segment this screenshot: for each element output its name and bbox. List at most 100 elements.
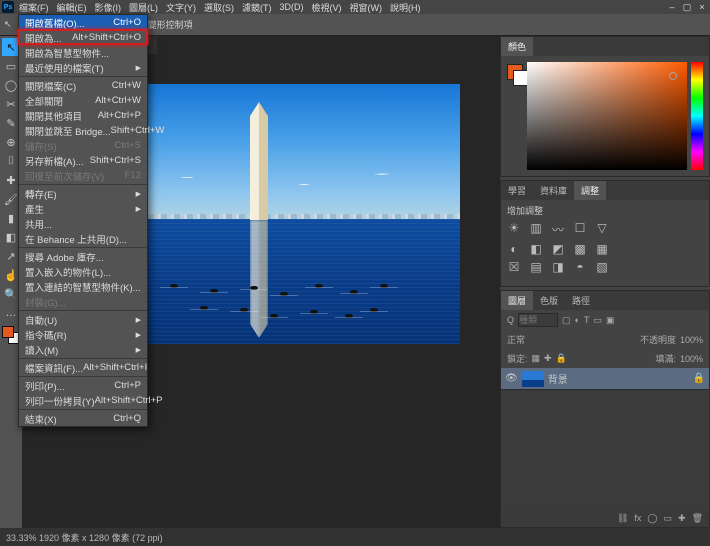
adj-invert-icon[interactable]: ☒ <box>507 260 521 274</box>
adj-brightness-icon[interactable]: ☀ <box>507 221 521 238</box>
picker-ring[interactable] <box>669 72 677 80</box>
layer-list[interactable]: 👁 背景 🔒 <box>501 368 709 509</box>
tab-learn[interactable]: 學習 <box>501 181 533 200</box>
menu-3d[interactable]: 3D(D) <box>277 1 307 13</box>
menu-item[interactable]: 開啟為智慧型物件... <box>19 45 147 60</box>
menu-window[interactable]: 視窗(W) <box>347 0 386 15</box>
menu-item: 儲存(S)Ctrl+S <box>19 138 147 153</box>
adj-levels-icon[interactable]: ▥ <box>529 221 543 238</box>
lock-pos-icon[interactable]: ✚ <box>544 353 552 364</box>
adj-grad-icon[interactable]: ◓ <box>573 260 587 274</box>
menu-item[interactable]: 搜尋 Adobe 庫存... <box>19 249 147 264</box>
link-layers-icon[interactable]: ⛓ <box>617 513 628 524</box>
menu-item[interactable]: 關閉並跳至 Bridge...Shift+Ctrl+W <box>19 123 147 138</box>
adj-poster-icon[interactable]: ▤ <box>529 260 543 274</box>
tab-libraries[interactable]: 資料庫 <box>533 181 574 200</box>
menu-item[interactable]: 指令碼(R) <box>19 327 147 342</box>
fill-value[interactable]: 100% <box>680 354 703 364</box>
layer-lock-icon: 🔒 <box>693 373 705 384</box>
filter-smart-icon[interactable]: ▣ <box>606 315 615 326</box>
menu-item[interactable]: 讀入(M) <box>19 342 147 357</box>
move-icon: ↖ <box>4 19 12 30</box>
menu-help[interactable]: 說明(H) <box>387 0 424 15</box>
menu-layer[interactable]: 圖層(L) <box>126 0 161 15</box>
layer-name[interactable]: 背景 <box>548 371 568 386</box>
menu-item[interactable]: 共用... <box>19 216 147 231</box>
window-maximize[interactable]: ▢ <box>681 2 693 12</box>
menu-item[interactable]: 全部關閉Alt+Ctrl+W <box>19 93 147 108</box>
delete-layer-icon[interactable]: 🗑 <box>692 513 703 524</box>
window-close[interactable]: × <box>696 2 708 12</box>
menu-filter[interactable]: 濾鏡(T) <box>239 0 275 15</box>
menu-item[interactable]: 開啟舊檔(O)...Ctrl+O <box>19 15 147 30</box>
filter-shape-icon[interactable]: ▭ <box>593 315 602 326</box>
layer-style-icon[interactable]: fx <box>634 513 641 523</box>
color-panel: 顏色 <box>500 36 710 177</box>
menu-bar: Ps 檔案(F) 編輯(E) 影像(I) 圖層(L) 文字(Y) 選取(S) 濾… <box>0 0 710 14</box>
menu-item: 回復至前次儲存(V)F12 <box>19 168 147 183</box>
visibility-icon[interactable]: 👁 <box>505 373 518 384</box>
menu-image[interactable]: 影像(I) <box>92 0 125 15</box>
filter-adj-icon[interactable]: ◐ <box>575 315 580 325</box>
menu-item[interactable]: 另存新檔(A)...Shift+Ctrl+S <box>19 153 147 168</box>
file-menu-dropdown[interactable]: 開啟舊檔(O)...Ctrl+O開啟為...Alt+Shift+Ctrl+O開啟… <box>18 14 148 427</box>
menu-item: 封裝(G)... <box>19 294 147 309</box>
status-text: 33.33% 1920 像素 x 1280 像素 (72 ppi) <box>6 531 163 544</box>
adjustments-panel: 學習 資料庫 調整 增加調整 ☀ ▥ 〰 ☐ ▽ ◐ ◧ ◩ ▩ ▦ <box>500 180 710 287</box>
menu-item[interactable]: 最近使用的檔案(T) <box>19 60 147 75</box>
foreground-color[interactable] <box>2 326 14 338</box>
menu-item[interactable]: 列印一份拷貝(Y)Alt+Shift+Ctrl+P <box>19 393 147 408</box>
opacity-label: 不透明度 <box>640 333 676 346</box>
menu-item[interactable]: 關閉其他項目Alt+Ctrl+P <box>19 108 147 123</box>
window-minimize[interactable]: – <box>666 2 678 12</box>
tab-layers[interactable]: 圖層 <box>501 291 533 310</box>
tab-adjustments[interactable]: 調整 <box>574 181 606 200</box>
new-layer-icon[interactable]: ✚ <box>678 513 686 524</box>
fill-label: 填滿: <box>655 352 676 365</box>
new-group-icon[interactable]: ▭ <box>664 513 673 524</box>
filter-img-icon[interactable]: ▢ <box>562 315 571 326</box>
menu-item[interactable]: 在 Behance 上共用(D)... <box>19 231 147 246</box>
adj-select-icon[interactable]: ▧ <box>595 260 609 274</box>
adj-bw-icon[interactable]: ◧ <box>529 242 543 256</box>
menu-item[interactable]: 檔案資訊(F)...Alt+Shift+Ctrl+I <box>19 360 147 375</box>
tab-color[interactable]: 顏色 <box>501 37 533 56</box>
lock-pixels-icon[interactable]: ▦ <box>532 353 541 364</box>
adj-hue-icon[interactable]: ◐ <box>507 242 521 256</box>
menu-item[interactable]: 列印(P)...Ctrl+P <box>19 378 147 393</box>
lock-all-icon[interactable]: 🔒 <box>556 353 567 364</box>
menu-select[interactable]: 選取(S) <box>201 0 237 15</box>
layer-mask-icon[interactable]: ◯ <box>647 513 657 524</box>
tab-channels[interactable]: 色版 <box>533 291 565 310</box>
adj-exposure-icon[interactable]: ☐ <box>573 221 587 238</box>
menu-view[interactable]: 檢視(V) <box>309 0 345 15</box>
layer-thumbnail[interactable] <box>522 371 544 387</box>
menu-item[interactable]: 自動(U) <box>19 312 147 327</box>
filter-type-icon[interactable]: T <box>584 315 590 325</box>
menu-type[interactable]: 文字(Y) <box>163 0 199 15</box>
adj-lookup-icon[interactable]: ▦ <box>595 242 609 256</box>
menu-item[interactable]: 產生 <box>19 201 147 216</box>
blend-mode[interactable]: 正常 <box>507 333 525 346</box>
adj-vibrance-icon[interactable]: ▽ <box>595 221 609 238</box>
menu-item[interactable]: 轉存(E) <box>19 186 147 201</box>
color-picker[interactable] <box>501 56 709 176</box>
color-field[interactable] <box>527 62 687 170</box>
menu-edit[interactable]: 編輯(E) <box>54 0 90 15</box>
tab-paths[interactable]: 路徑 <box>565 291 597 310</box>
layer-row[interactable]: 👁 背景 🔒 <box>501 368 709 390</box>
adj-thresh-icon[interactable]: ◨ <box>551 260 565 274</box>
opacity-value[interactable]: 100% <box>680 335 703 345</box>
adj-curves-icon[interactable]: 〰 <box>551 221 565 238</box>
menu-item[interactable]: 開啟為...Alt+Shift+Ctrl+O <box>19 30 147 45</box>
hue-slider[interactable] <box>691 62 703 170</box>
adj-mixer-icon[interactable]: ▩ <box>573 242 587 256</box>
lock-label: 鎖定: <box>507 352 528 365</box>
menu-item[interactable]: 置入連結的智慧型物件(K)... <box>19 279 147 294</box>
menu-item[interactable]: 關閉檔案(C)Ctrl+W <box>19 78 147 93</box>
adj-photo-icon[interactable]: ◩ <box>551 242 565 256</box>
layer-search[interactable] <box>518 313 558 327</box>
menu-item[interactable]: 置入嵌入的物件(L)... <box>19 264 147 279</box>
menu-item[interactable]: 結束(X)Ctrl+Q <box>19 411 147 426</box>
menu-file[interactable]: 檔案(F) <box>16 0 52 15</box>
